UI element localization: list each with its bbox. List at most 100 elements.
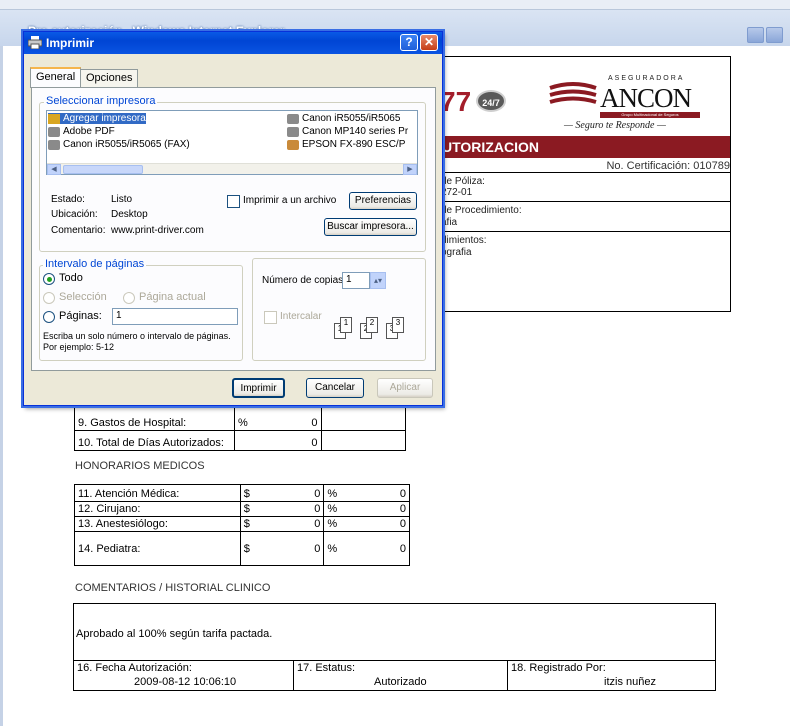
printer-list-scrollbar[interactable]: ◀ ▶ (47, 163, 417, 175)
add-printer-icon (48, 113, 60, 124)
currency-symbol: $ (243, 488, 250, 500)
logo-number: 77 (440, 86, 472, 117)
scroll-left-button[interactable]: ◀ (47, 164, 61, 175)
expense-value: 0 (233, 430, 322, 451)
divider (436, 231, 731, 232)
browser-maximize-button[interactable] (766, 27, 783, 43)
printer-item[interactable]: Agregar impresora (48, 113, 146, 124)
printer-group-title: Seleccionar impresora (44, 95, 158, 107)
cancel-button[interactable]: Cancelar (306, 378, 364, 398)
print-button[interactable]: Imprimir (232, 378, 285, 398)
fee-amount-cell: $0 (239, 516, 325, 532)
authorization-header: UTORIZACION (440, 136, 730, 158)
preferences-button[interactable]: Preferencias (349, 192, 417, 210)
brand-slogan: — Seguro te Responde — (564, 120, 666, 131)
empty-cell (320, 430, 406, 451)
divider (507, 660, 508, 691)
collate-page: 3 (392, 317, 404, 333)
divider (74, 660, 715, 661)
find-printer-button[interactable]: Buscar impresora... (324, 218, 417, 236)
brand-tagline: ASEGURADORA (608, 75, 685, 82)
collate-illustration: 1 1 2 2 3 3 (334, 315, 424, 345)
printer-item[interactable]: Canon iR5055/iR5065 (FAX) (48, 139, 190, 150)
auth-date-label: 16. Fecha Autorización: (77, 662, 192, 674)
page-range-group-title: Intervalo de páginas (43, 258, 147, 270)
divider (436, 172, 731, 173)
printer-icon (28, 36, 42, 49)
status-label: 17. Estatus: (297, 662, 356, 674)
brand-name: ANCON (600, 83, 692, 113)
tab-options[interactable]: Opciones (80, 69, 139, 88)
printer-item[interactable]: Canon iR5055/iR5065 (287, 113, 415, 124)
fee-percent-cell: % 0 (323, 531, 410, 566)
status-label: Estado: (51, 194, 85, 205)
policy-value: 272-01 (441, 187, 473, 198)
printer-item[interactable]: Canon MP140 series Pr (287, 126, 415, 137)
range-hint: Escriba un solo número o intervalo de pá… (43, 331, 231, 352)
percent-symbol: % (327, 542, 338, 555)
currency-symbol: $ (243, 542, 250, 555)
table-row: 10. Total de Días Autorizados: 0 (74, 430, 406, 451)
copies-label: Número de copias: (262, 275, 346, 286)
range-all-radio[interactable] (43, 273, 55, 285)
currency-symbol: $ (243, 503, 250, 515)
close-button[interactable]: ✕ (420, 34, 438, 51)
fee-percent-cell: % 0 (323, 484, 410, 502)
copies-group (252, 258, 426, 361)
collate-checkbox[interactable] (264, 311, 277, 324)
range-pages-radio[interactable] (43, 311, 55, 323)
help-button[interactable]: ? (400, 34, 418, 51)
procedure-label: de Procedimiento: (441, 205, 522, 216)
logo-24-7-badge: 24/7 (476, 90, 506, 112)
table-row: 14. Pediatra: $0 % 0 (74, 531, 410, 566)
divider (436, 201, 731, 202)
range-pages-label: Páginas: (59, 310, 102, 322)
apply-button[interactable]: Aplicar (377, 378, 433, 398)
scroll-right-button[interactable]: ▶ (403, 164, 417, 175)
printer-icon (287, 126, 299, 137)
procedures-value: ografia (441, 247, 472, 258)
registered-by-value: itzis nuñez (604, 676, 656, 688)
browser-minimize-button[interactable] (747, 27, 764, 43)
fee-percent: 0 (399, 488, 406, 500)
copies-input[interactable]: 1 (342, 272, 370, 289)
expense-cell: % 0 (233, 404, 322, 431)
taskbar-strip (0, 0, 790, 10)
printer-icon (48, 126, 60, 137)
fee-label: 14. Pediatra: (74, 531, 241, 566)
tab-general[interactable]: General (30, 67, 82, 88)
fee-amount: 0 (314, 518, 321, 530)
printer-name: Canon MP140 series Pr (302, 126, 409, 137)
range-current-radio[interactable] (123, 292, 135, 304)
percent-symbol: % (327, 503, 338, 515)
print-to-file-checkbox[interactable] (227, 195, 240, 208)
dialog-title: Imprimir (46, 36, 95, 50)
copies-spinner[interactable]: ▴▾ (370, 272, 386, 289)
comment-value: www.print-driver.com (111, 225, 204, 236)
brand-stripe: Grupo Multinacional de Seguros (600, 112, 700, 118)
printer-item[interactable]: Adobe PDF (48, 126, 115, 137)
collate-page: 2 (366, 317, 378, 333)
printer-name: Adobe PDF (63, 126, 115, 137)
table-row: 9. Gastos de Hospital: % 0 (74, 404, 406, 431)
currency-symbol: $ (243, 518, 250, 530)
printer-item[interactable]: EPSON FX-890 ESC/P (287, 139, 415, 150)
scroll-thumb[interactable] (63, 165, 143, 174)
dialog-titlebar: Imprimir ? ✕ (24, 32, 442, 54)
pages-input[interactable]: 1 (112, 308, 238, 325)
fee-percent-cell: % 0 (323, 501, 410, 517)
brand-stripe-text: Grupo Multinacional de Seguros (621, 112, 679, 117)
fee-label: 12. Cirujano: (74, 501, 241, 517)
fee-amount: 0 (314, 542, 321, 555)
fee-percent: 0 (399, 518, 406, 530)
fees-table: 11. Atención Médica: $0 % 0 12. Cirujano:… (74, 484, 410, 566)
fee-percent: 0 (399, 503, 406, 515)
auth-date-value: 2009-08-12 10:06:10 (134, 676, 237, 688)
printer-name: Canon iR5055/iR5065 (302, 113, 401, 124)
expense-unit: % (237, 417, 248, 429)
fee-amount: 0 (314, 503, 321, 515)
status-value: Listo (111, 194, 133, 205)
fee-percent-cell: % 0 (323, 516, 410, 532)
range-selection-radio[interactable] (43, 292, 55, 304)
printer-icon (287, 113, 299, 124)
